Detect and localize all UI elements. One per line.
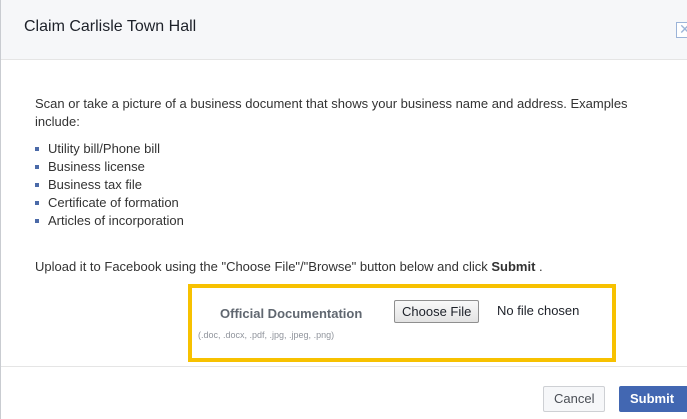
list-item-label: Articles of incorporation	[48, 213, 184, 228]
document-examples-list: Utility bill/Phone bill Business license…	[35, 140, 184, 230]
list-item: Business tax file	[35, 176, 184, 194]
bullet-icon	[35, 183, 39, 187]
accepted-formats-hint: (.doc, .docx, .pdf, .jpg, .jpeg, .png)	[198, 330, 335, 340]
list-item-label: Business license	[48, 159, 145, 174]
claim-dialog: Claim Carlisle Town Hall ✕ Scan or take …	[0, 0, 687, 419]
footer-divider	[1, 366, 687, 367]
choose-file-button[interactable]: Choose File	[394, 300, 480, 323]
list-item: Certificate of formation	[35, 194, 184, 212]
official-documentation-label: Official Documentation	[220, 306, 363, 321]
cancel-button[interactable]: Cancel	[543, 386, 606, 412]
list-item-label: Utility bill/Phone bill	[48, 141, 160, 156]
upload-instructions-suffix: .	[535, 259, 543, 274]
upload-instructions-submit: Submit	[491, 259, 536, 274]
list-item: Articles of incorporation	[35, 212, 184, 230]
close-button[interactable]: ✕	[676, 22, 687, 38]
close-icon[interactable]: ✕	[679, 23, 687, 37]
intro-text: Scan or take a picture of a business doc…	[35, 96, 628, 129]
bullet-icon	[35, 147, 39, 151]
file-status-text: No file chosen	[497, 303, 580, 318]
list-item: Business license	[35, 158, 184, 176]
upload-instructions-prefix: Upload it to Facebook using the "Choose …	[35, 259, 492, 274]
bullet-icon	[35, 219, 39, 223]
dialog-header: Claim Carlisle Town Hall ✕	[1, 0, 687, 60]
dialog-title: Claim Carlisle Town Hall	[24, 18, 197, 35]
submit-button[interactable]: Submit	[619, 386, 687, 412]
upload-highlight-box: Official Documentation (.doc, .docx, .pd…	[188, 284, 616, 362]
upload-instructions: Upload it to Facebook using the "Choose …	[35, 258, 543, 276]
list-item-label: Business tax file	[48, 177, 142, 192]
list-item-label: Certificate of formation	[48, 195, 179, 210]
list-item: Utility bill/Phone bill	[35, 140, 184, 158]
bullet-icon	[35, 201, 39, 205]
bullet-icon	[35, 165, 39, 169]
